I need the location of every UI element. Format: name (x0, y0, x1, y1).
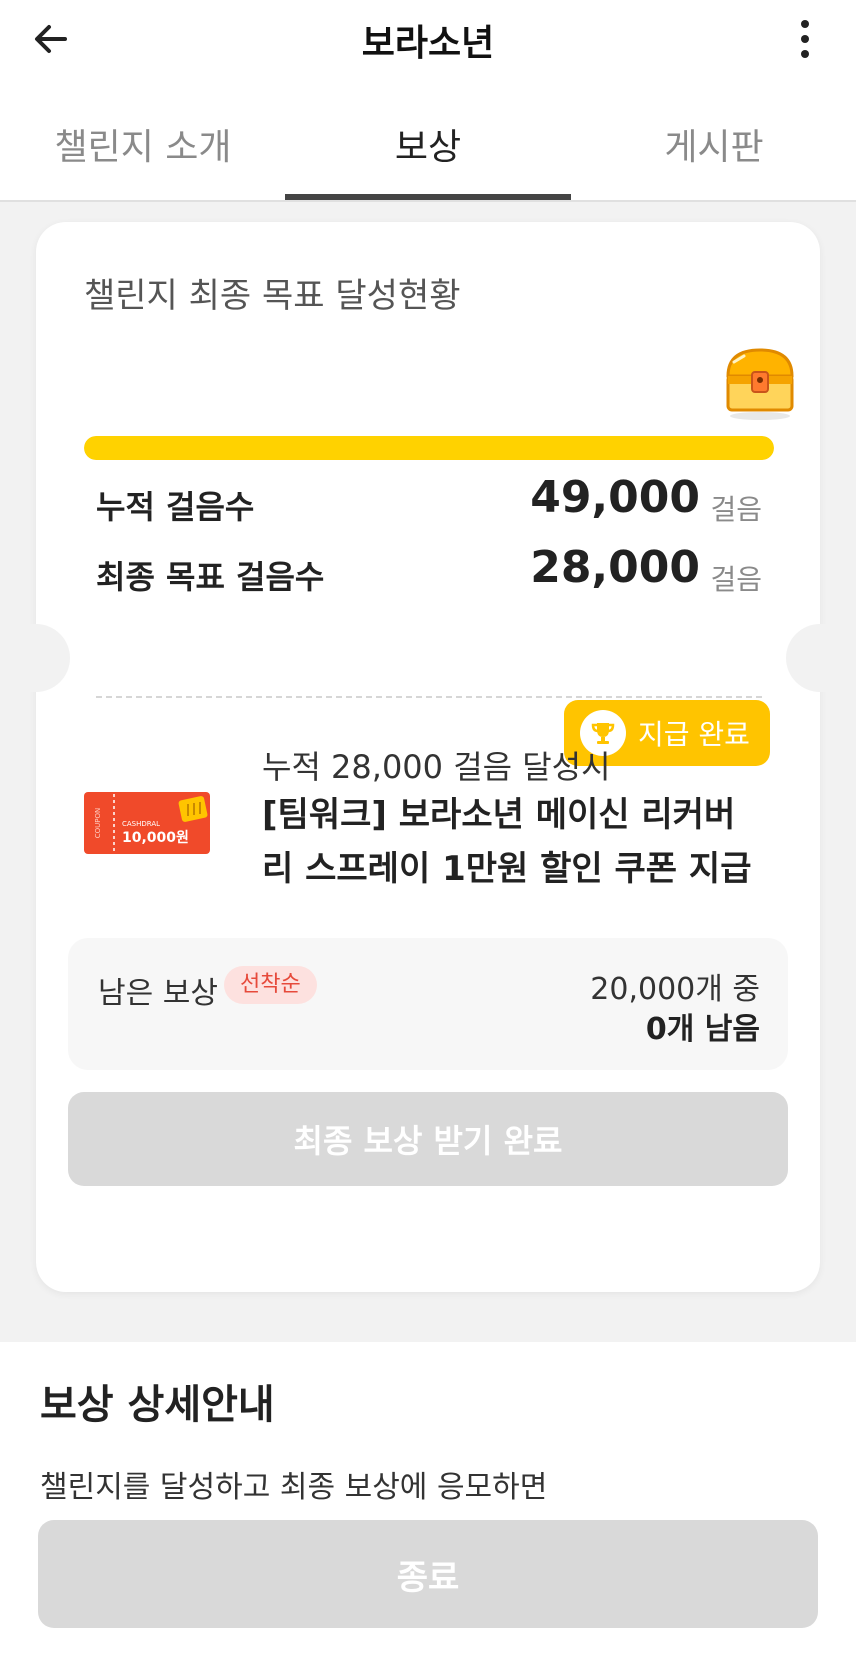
reward-detail-title: 보상 상세안내 (40, 1382, 275, 1428)
page-title: 보라소년 (361, 23, 495, 64)
tab-reward[interactable]: 보상 (285, 118, 571, 170)
first-come-badge: 선착순 (224, 966, 317, 1004)
app-header: 보라소년 챌린지 소개 보상 게시판 (0, 0, 856, 202)
remaining-total: 20,000개 중 (590, 972, 760, 1007)
stat-value: 49,000 (530, 472, 700, 523)
card-notch-right (786, 624, 854, 692)
stat-label: 누적 걸음수 (96, 488, 255, 526)
remaining-label: 남은 보상 (98, 976, 218, 1011)
tab-bar: 챌린지 소개 보상 게시판 (0, 100, 856, 200)
coupon-side-text: COUPON (94, 808, 102, 839)
remaining-count: 0개 남음 (645, 1012, 760, 1047)
reward-name: [팀워크] 보라소년 메이신 리커버리 스프레이 1만원 할인 쿠폰 지급 (262, 795, 752, 889)
goal-progress-bar (84, 436, 774, 460)
tab-challenge-intro[interactable]: 챌린지 소개 (0, 118, 286, 170)
active-tab-indicator (285, 194, 571, 200)
stat-unit: 걸음 (710, 493, 762, 526)
divider (96, 696, 762, 698)
coupon-image: COUPON CASHDRAL 10,000원 (84, 792, 210, 854)
reward-detail-section: 보상 상세안내 챌린지를 달성하고 최종 보상에 응모하면 종료 (0, 1342, 856, 1666)
reward-condition: 누적 28,000 걸음 달성시 (262, 748, 611, 786)
accumulated-steps-row: 누적 걸음수 49,000 걸음 (96, 472, 762, 532)
target-steps-row: 최종 목표 걸음수 28,000 걸음 (96, 542, 762, 602)
stat-value: 28,000 (530, 542, 700, 593)
tab-board[interactable]: 게시판 (571, 118, 856, 170)
stat-unit: 걸음 (710, 563, 762, 596)
stat-label: 최종 목표 걸음수 (96, 558, 325, 596)
paid-status-text: 지급 완료 (638, 718, 750, 751)
treasure-chest-icon (726, 348, 794, 420)
reward-detail-description: 챌린지를 달성하고 최종 보상에 응모하면 (40, 1470, 548, 1505)
more-vertical-icon (801, 20, 809, 28)
goal-status-card: 챌린지 최종 목표 달성현황 누적 걸음수 49,000 걸음 최종 목표 걸음… (2, 222, 854, 1292)
goal-progress-fill (84, 436, 774, 460)
coupon-amount-text: 10,000원 (122, 830, 189, 846)
end-button[interactable]: 종료 (38, 1520, 818, 1628)
card-notch-left (2, 624, 70, 692)
claim-final-reward-button[interactable]: 최종 보상 받기 완료 (68, 1092, 788, 1186)
more-options-button[interactable] (780, 14, 830, 64)
coupon-brand-text: CASHDRAL (122, 820, 160, 828)
goal-card-title: 챌린지 최종 목표 달성현황 (84, 276, 461, 316)
remaining-reward-box: 남은 보상 선착순 20,000개 중 0개 남음 (68, 938, 788, 1070)
